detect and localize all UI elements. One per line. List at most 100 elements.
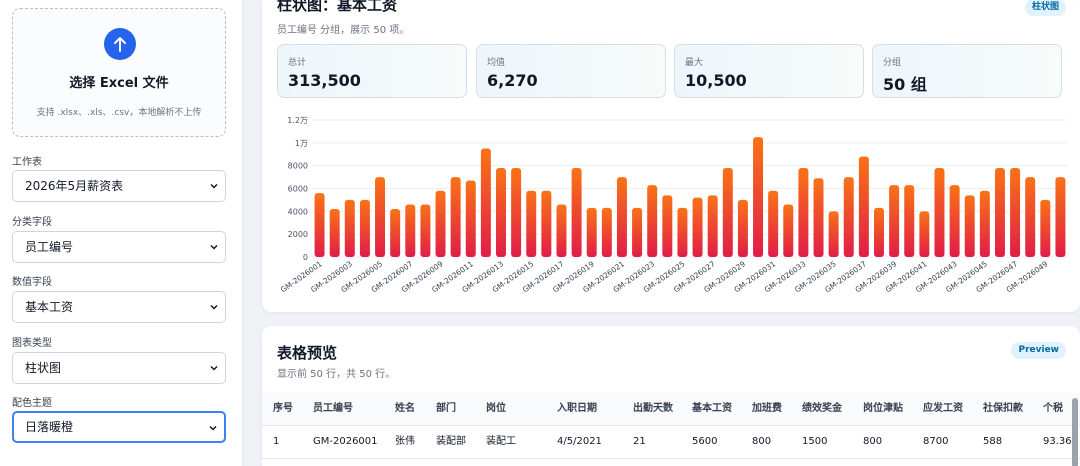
bar[interactable]	[813, 178, 824, 257]
column-header[interactable]: 部门	[436, 393, 456, 425]
table-cell: 93.36	[1043, 436, 1072, 447]
bar[interactable]	[994, 167, 1005, 257]
y-tick-label: 1.2万	[287, 116, 308, 125]
column-header[interactable]: 岗位津贴	[863, 393, 903, 425]
table-cell: 5600	[692, 436, 718, 447]
chevron-down-icon	[210, 183, 218, 189]
table-preview-card: 表格预览 显示前 50 行，共 50 行。 Preview 序号 员工编号 姓名…	[262, 326, 1080, 466]
value-field-select[interactable]: 基本工资	[12, 291, 226, 323]
column-header[interactable]: 加班费	[752, 393, 782, 425]
bar[interactable]	[979, 190, 990, 257]
table-cell: 1	[273, 436, 280, 447]
bar[interactable]	[768, 190, 779, 257]
bar[interactable]	[1025, 177, 1036, 257]
bar[interactable]	[828, 211, 839, 257]
table-cell: 装配工	[486, 436, 516, 447]
bar[interactable]	[1040, 199, 1051, 257]
bar[interactable]	[601, 207, 612, 257]
table-cell: 21	[633, 436, 646, 447]
upload-title: 选择 Excel 文件	[69, 76, 169, 91]
bar[interactable]	[1055, 177, 1066, 257]
chart-card: 柱状图：基本工资 员工编号 分组，展示 50 项。 柱状图 总计 313,500…	[262, 0, 1080, 312]
column-header[interactable]: 姓名	[395, 393, 415, 425]
bar[interactable]	[647, 185, 658, 257]
table-row[interactable]: 1 GM-2026001 张伟 装配部 装配工 4/5/2021 21 5600…	[262, 426, 1080, 458]
bar[interactable]	[465, 180, 476, 257]
bar[interactable]	[722, 167, 733, 257]
bar[interactable]	[571, 167, 582, 257]
color-theme-select[interactable]: 日落暖橙	[12, 411, 226, 443]
bar[interactable]	[692, 197, 703, 257]
bar[interactable]	[949, 185, 960, 257]
table-scrollbar[interactable]	[1072, 398, 1078, 466]
bar[interactable]	[889, 185, 900, 257]
bar[interactable]	[919, 211, 930, 257]
color-theme-label: 配色主题	[12, 398, 52, 409]
bar[interactable]	[405, 204, 416, 257]
bar[interactable]	[541, 190, 552, 257]
bar[interactable]	[783, 204, 794, 257]
bar[interactable]	[964, 195, 975, 257]
table-cell: 8700	[923, 436, 949, 447]
bar[interactable]	[359, 199, 370, 257]
bar[interactable]	[450, 177, 461, 257]
bar[interactable]	[677, 207, 688, 257]
column-header[interactable]: 应发工资	[923, 393, 963, 425]
column-header[interactable]: 基本工资	[692, 393, 732, 425]
chevron-down-icon	[210, 244, 218, 250]
column-header[interactable]: 个税	[1043, 393, 1063, 425]
table-cell: 4/5/2021	[557, 436, 602, 447]
bar[interactable]	[586, 207, 597, 257]
table-cell: GM-2026001	[313, 436, 378, 447]
column-header[interactable]: 员工编号	[313, 393, 353, 425]
color-theme-value: 日落暖橙	[25, 420, 74, 434]
bar[interactable]	[435, 190, 446, 257]
bar[interactable]	[662, 195, 673, 257]
bar[interactable]	[344, 199, 355, 257]
column-header[interactable]: 岗位	[486, 393, 506, 425]
bar[interactable]	[480, 148, 491, 257]
column-header[interactable]: 入职日期	[557, 393, 597, 425]
bar[interactable]	[753, 137, 764, 257]
file-upload-dropzone[interactable]: 选择 Excel 文件 支持 .xlsx、.xls、.csv，本地解析不上传	[12, 8, 226, 137]
bar[interactable]	[390, 209, 401, 257]
table-cell: 1500	[802, 436, 828, 447]
column-header[interactable]: 序号	[273, 393, 293, 425]
y-tick-label: 2000	[288, 230, 308, 239]
bar[interactable]	[632, 207, 643, 257]
bar[interactable]	[858, 156, 869, 257]
bar[interactable]	[798, 167, 809, 257]
upload-arrow-icon	[104, 28, 136, 60]
category-field-select[interactable]: 员工编号	[12, 231, 226, 263]
sheet-select[interactable]: 2026年5月薪资表	[12, 170, 226, 202]
chart-type-select[interactable]: 柱状图	[12, 352, 226, 384]
table-header-row: 序号 员工编号 姓名 部门 岗位 入职日期 出勤天数 基本工资 加班费 绩效奖金…	[262, 393, 1080, 425]
category-field-label: 分类字段	[12, 217, 52, 228]
row-divider	[262, 458, 1080, 459]
bar[interactable]	[934, 167, 945, 257]
bar[interactable]	[496, 167, 506, 257]
bar[interactable]	[707, 195, 718, 257]
bar[interactable]	[556, 204, 567, 257]
column-header[interactable]: 出勤天数	[633, 393, 673, 425]
bar[interactable]	[1010, 167, 1021, 257]
bar[interactable]	[314, 193, 325, 257]
bar[interactable]	[526, 190, 537, 257]
y-tick-label: 6000	[288, 185, 308, 194]
bar[interactable]	[616, 177, 627, 257]
bar[interactable]	[904, 185, 915, 257]
bar[interactable]	[511, 167, 522, 257]
chevron-down-icon	[210, 304, 218, 310]
y-tick-label: 1万	[295, 139, 308, 148]
table-cell: 装配部	[436, 436, 466, 447]
bar[interactable]	[737, 199, 748, 257]
bar[interactable]	[874, 207, 884, 257]
bar[interactable]	[420, 204, 431, 257]
sheet-select-value: 2026年5月薪资表	[25, 179, 124, 193]
y-tick-label: 4000	[288, 207, 308, 216]
bar[interactable]	[329, 209, 340, 257]
bar[interactable]	[843, 177, 854, 257]
column-header[interactable]: 社保扣款	[983, 393, 1023, 425]
column-header[interactable]: 绩效奖金	[802, 393, 842, 425]
bar[interactable]	[375, 177, 386, 257]
